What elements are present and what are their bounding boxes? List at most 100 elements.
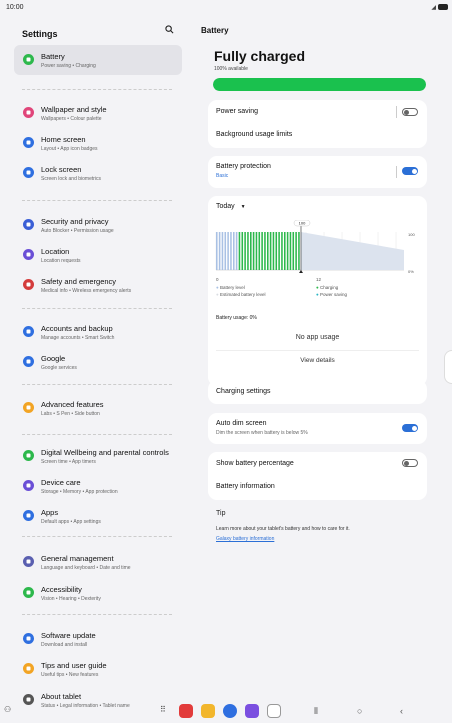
settings-item-subtitle: Manage accounts • Smart Switch [41, 335, 115, 341]
dock-app-messages-icon[interactable] [223, 704, 237, 718]
settings-item-general-management[interactable]: General management Language and keyboard … [14, 547, 182, 577]
charging-bar [295, 232, 297, 270]
dock-app-yellow-icon[interactable] [201, 704, 215, 718]
auto-dim-toggle[interactable] [402, 424, 418, 432]
update-icon [23, 633, 34, 644]
charging-bar [292, 232, 295, 270]
settings-item-location[interactable]: Location Location requests [14, 240, 182, 270]
charging-bar [275, 232, 278, 270]
search-icon[interactable] [165, 25, 174, 34]
battery-usage-total: Battery usage: 0% [216, 315, 257, 321]
settings-item-label: Accounts and backup [41, 324, 113, 333]
lock-icon [23, 167, 34, 178]
emergency-icon [23, 279, 34, 290]
sliders-icon [23, 556, 34, 567]
settings-item-subtitle: Language and keyboard • Date and time [41, 565, 131, 571]
settings-item-battery[interactable]: Battery Power saving • Charging [14, 45, 182, 75]
charging-bar [286, 232, 289, 270]
x-label-start: 0 [216, 277, 219, 282]
accessibility-shortcut-icon[interactable]: ⚇ [4, 705, 11, 714]
settings-item-lock-screen[interactable]: Lock screen Screen lock and biometrics [14, 158, 182, 188]
apps-grid-icon [23, 510, 34, 521]
legend-estimated-level: ● Estimated battery level [216, 292, 266, 297]
settings-item-google[interactable]: Google Google services [14, 347, 182, 377]
settings-item-subtitle: Vision • Hearing • Dexterity [41, 596, 101, 602]
charging-bar [247, 232, 249, 270]
show-battery-percentage-toggle[interactable] [402, 459, 418, 467]
settings-item-apps[interactable]: Apps Default apps • App settings [14, 501, 182, 531]
battery-icon [23, 54, 34, 65]
palette-icon [23, 107, 34, 118]
dock-app-camera-icon[interactable] [267, 704, 281, 718]
dock-app-purple-icon[interactable] [245, 704, 259, 718]
settings-item-safety-and-emergency[interactable]: Safety and emergency Medical info • Wirel… [14, 270, 182, 300]
divider [22, 384, 172, 385]
settings-item-label: Lock screen [41, 165, 82, 174]
status-bar: 10:00 ◢ [0, 0, 452, 16]
divider [22, 200, 172, 201]
settings-item-advanced-features[interactable]: Advanced features Labs • S Pen • Side but… [14, 393, 182, 423]
accessibility-icon [23, 587, 34, 598]
charging-bar [289, 232, 292, 270]
power-saving-toggle[interactable] [402, 108, 418, 116]
divider [396, 166, 397, 178]
charging-bar [298, 232, 300, 270]
tip-text: Learn more about your tablet's battery a… [216, 526, 350, 532]
divider [396, 106, 397, 118]
charging-bar [278, 232, 280, 270]
auto-dim-description: Dim the screen when battery is below 5% [216, 430, 308, 436]
settings-item-digital-wellbeing-and-parental-controls[interactable]: Digital Wellbeing and parental controls S… [14, 441, 182, 471]
edge-panel-handle[interactable] [444, 350, 452, 384]
view-details-button[interactable]: View details [208, 357, 427, 364]
charging-bar [258, 232, 261, 270]
charging-settings[interactable]: Charging settings [216, 388, 270, 395]
status-time: 10:00 [6, 4, 24, 11]
charging-bar [261, 232, 263, 270]
battery-level-bar-mark [227, 232, 229, 270]
settings-item-label: Digital Wellbeing and parental controls [41, 448, 169, 457]
settings-item-subtitle: Default apps • App settings [41, 519, 101, 525]
battery-status-icon [438, 4, 448, 10]
settings-item-tips-and-user-guide[interactable]: Tips and user guide Useful tips • New fea… [14, 654, 182, 684]
device-care-icon [23, 480, 34, 491]
settings-item-accounts-and-backup[interactable]: Accounts and backup Manage accounts • Sma… [14, 317, 182, 347]
settings-item-device-care[interactable]: Device care Storage • Memory • App protec… [14, 471, 182, 501]
power-saving-label[interactable]: Power saving [216, 108, 258, 115]
sync-icon [23, 326, 34, 337]
divider [22, 536, 172, 537]
battery-level-bar-mark [218, 232, 221, 270]
settings-item-software-update[interactable]: Software update Download and install [14, 624, 182, 654]
battery-level-bar-mark [224, 232, 227, 270]
app-drawer-icon[interactable]: ⠿ [160, 705, 166, 714]
settings-item-accessibility[interactable]: Accessibility Vision • Hearing • Dexterit… [14, 578, 182, 608]
show-battery-percentage-label[interactable]: Show battery percentage [216, 460, 294, 467]
signal-icon: ◢ [431, 5, 436, 11]
dock-app-red-icon[interactable] [179, 704, 193, 718]
battery-level-fill [213, 78, 426, 91]
period-selector[interactable]: Today ▼ [216, 203, 246, 210]
settings-item-home-screen[interactable]: Home screen Layout • App icon badges [14, 128, 182, 158]
settings-item-subtitle: Auto Blocker • Permission usage [41, 228, 114, 234]
back-icon[interactable]: ‹ [400, 706, 403, 716]
battery-protection-label[interactable]: Battery protection [216, 163, 271, 170]
charging-bar [255, 232, 258, 270]
settings-item-subtitle: Power saving • Charging [41, 63, 96, 69]
charging-bar [264, 232, 266, 270]
recent-apps-icon[interactable]: ⦀ [314, 706, 318, 717]
auto-dim-label[interactable]: Auto dim screen [216, 420, 267, 427]
settings-item-subtitle: Layout • App icon badges [41, 146, 98, 152]
battery-protection-toggle[interactable] [402, 167, 418, 175]
legend-power-saving: ● Power saving [316, 292, 347, 297]
home-icon[interactable]: ○ [357, 706, 362, 716]
galaxy-battery-info-link[interactable]: Galaxy battery information [216, 536, 274, 542]
battery-information[interactable]: Battery information [216, 483, 275, 490]
battery-level-bar-mark [216, 232, 218, 270]
battery-usage-graph: 100 [215, 220, 404, 273]
settings-item-label: Battery [41, 52, 65, 61]
divider [22, 89, 172, 90]
background-usage-limits[interactable]: Background usage limits [216, 131, 292, 138]
charging-bar [241, 232, 244, 270]
settings-item-subtitle: Screen time • App timers [41, 459, 96, 465]
settings-item-wallpaper-and-style[interactable]: Wallpaper and style Wallpapers • Colour p… [14, 98, 182, 128]
settings-item-security-and-privacy[interactable]: Security and privacy Auto Blocker • Permi… [14, 210, 182, 240]
